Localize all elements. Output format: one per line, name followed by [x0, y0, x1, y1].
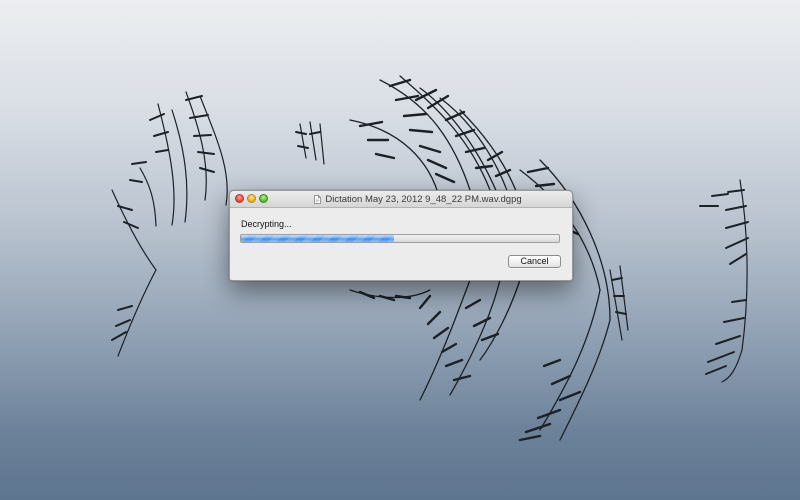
- progress-bar-fill: [241, 235, 394, 242]
- close-window-button[interactable]: [235, 194, 244, 203]
- status-text: Decrypting...: [241, 219, 292, 229]
- window-title-group: Dictation May 23, 2012 9_48_22 PM.wav.dg…: [270, 191, 566, 207]
- zoom-window-button[interactable]: [259, 194, 268, 203]
- window-title: Dictation May 23, 2012 9_48_22 PM.wav.dg…: [325, 193, 522, 205]
- progress-bar: [240, 234, 560, 243]
- document-icon: [314, 194, 322, 204]
- decrypt-dialog-window: Dictation May 23, 2012 9_48_22 PM.wav.dg…: [229, 190, 573, 281]
- minimize-window-button[interactable]: [247, 194, 256, 203]
- cancel-button[interactable]: Cancel: [508, 255, 561, 268]
- window-titlebar[interactable]: Dictation May 23, 2012 9_48_22 PM.wav.dg…: [230, 191, 572, 208]
